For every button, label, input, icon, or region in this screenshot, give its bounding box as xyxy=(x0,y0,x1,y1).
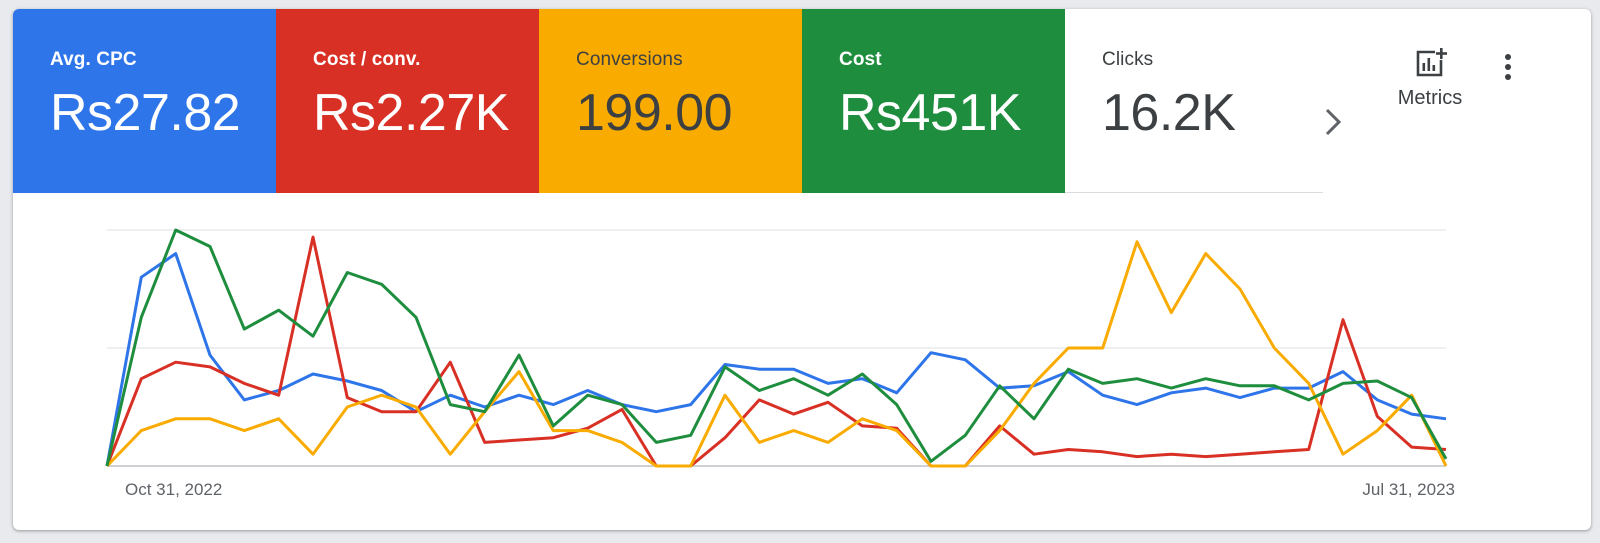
performance-chart: Oct 31, 2022 Jul 31, 2023 xyxy=(13,193,1591,530)
scorecard-avg-cpc[interactable]: Avg. CPC Rs27.82 xyxy=(13,9,276,193)
scorecard-conversions[interactable]: Conversions 199.00 xyxy=(539,9,802,193)
scorecard-cost[interactable]: Cost Rs451K xyxy=(802,9,1065,193)
scorecard-value: Rs27.82 xyxy=(50,84,241,142)
performance-card: Avg. CPC Rs27.82 Cost / conv. Rs2.27K Co… xyxy=(13,9,1591,530)
chevron-right-icon xyxy=(1325,108,1342,136)
scorecard-value: Rs451K xyxy=(839,84,1022,142)
more-options-button[interactable] xyxy=(1495,47,1521,87)
series-line-0 xyxy=(105,252,1447,467)
scorecard-label: Avg. CPC xyxy=(50,49,137,70)
scorecard-cost-per-conv[interactable]: Cost / conv. Rs2.27K xyxy=(276,9,539,193)
scorecard-label: Conversions xyxy=(576,49,683,70)
add-chart-icon xyxy=(1416,48,1447,77)
metrics-label: Metrics xyxy=(1397,87,1463,109)
scorecard-value: 199.00 xyxy=(576,84,733,142)
line-chart xyxy=(105,228,1448,468)
series-line-1 xyxy=(105,235,1447,468)
x-axis-end-label: Jul 31, 2023 xyxy=(1362,480,1455,499)
series-line-2 xyxy=(105,240,1448,468)
scorecard-label: Cost xyxy=(839,49,882,70)
next-scorecards-button[interactable] xyxy=(1313,87,1353,157)
x-axis-start-label: Oct 31, 2022 xyxy=(125,480,223,499)
metrics-button[interactable]: Metrics xyxy=(1375,47,1485,137)
more-vert-icon xyxy=(1505,54,1511,80)
scorecard-label: Cost / conv. xyxy=(313,49,421,70)
scorecard-value: Rs2.27K xyxy=(313,84,509,142)
